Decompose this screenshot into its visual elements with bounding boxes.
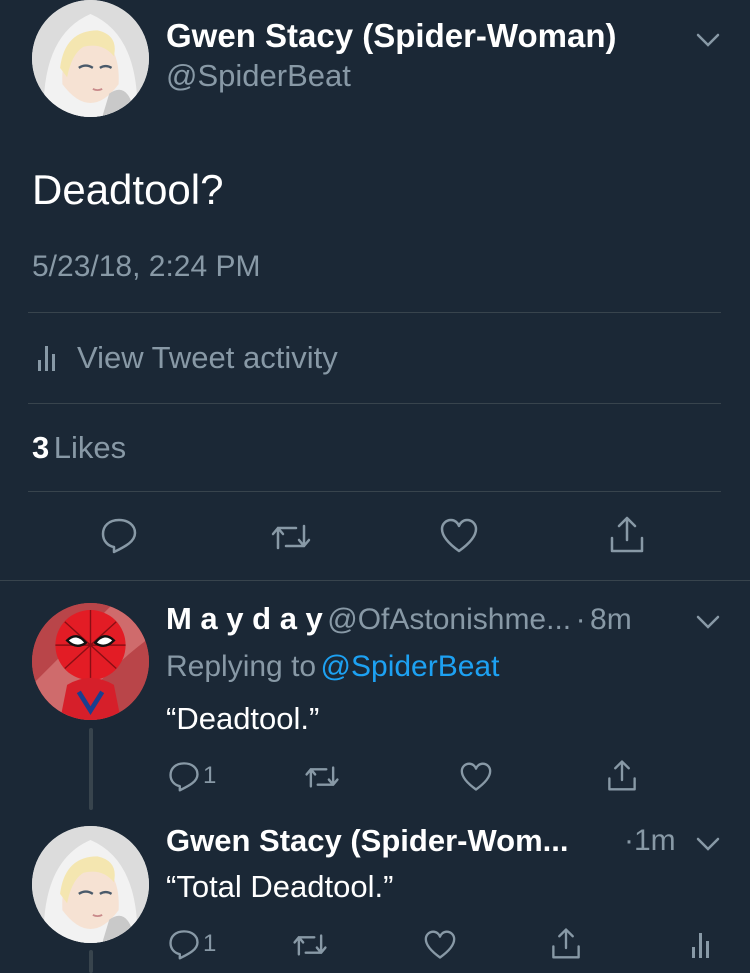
thread-line	[89, 728, 93, 810]
likes-label: Likes	[53, 430, 127, 465]
chevron-down-icon[interactable]	[694, 30, 722, 50]
retweet-icon[interactable]	[292, 930, 328, 960]
divider	[28, 312, 721, 313]
avatar-mayday[interactable]	[32, 603, 149, 720]
replying-to-prefix: Replying to	[166, 650, 317, 683]
replying-to-handle[interactable]: @SpiderBeat	[321, 650, 500, 683]
chevron-down-icon[interactable]	[694, 612, 722, 632]
reply-icon[interactable]	[168, 928, 200, 960]
share-icon[interactable]	[606, 758, 638, 792]
reply-1-text: “Deadtool.”	[166, 701, 320, 736]
reply-1-display-name[interactable]: M a y d a y	[166, 601, 323, 636]
thread-line	[89, 950, 93, 973]
reply-2-time: 1m	[634, 824, 676, 857]
divider	[28, 403, 721, 404]
separator-dot: ·	[575, 603, 586, 636]
bar-chart-icon[interactable]	[690, 930, 712, 960]
likes-summary[interactable]: 3 Likes	[32, 428, 126, 470]
tweet-activity-label[interactable]: View Tweet activity	[77, 338, 338, 378]
tweet-activity-link[interactable]: View Tweet activity	[32, 336, 452, 380]
retweet-icon[interactable]	[270, 520, 312, 554]
section-divider	[0, 580, 750, 581]
heart-icon[interactable]	[440, 518, 478, 554]
retweet-icon[interactable]	[304, 762, 340, 792]
reply-2-time-wrap: ·1m	[624, 822, 676, 860]
chevron-down-icon[interactable]	[694, 834, 722, 854]
reply-1-time: 8m	[590, 603, 632, 636]
likes-count: 3	[32, 430, 50, 465]
reply-1-handle[interactable]: @OfAstonishme...	[327, 603, 571, 636]
avatar-gwen[interactable]	[32, 0, 149, 117]
tweet-timestamp: 5/23/18, 2:24 PM	[32, 250, 261, 283]
heart-icon[interactable]	[424, 930, 456, 960]
share-icon[interactable]	[608, 514, 646, 554]
main-handle[interactable]: @SpiderBeat	[166, 56, 351, 96]
reply-1-header: M a y d a y @OfAstonishme... · 8m	[166, 600, 686, 640]
heart-icon[interactable]	[460, 762, 492, 792]
separator-dot: ·	[624, 824, 634, 857]
main-display-name[interactable]: Gwen Stacy (Spider-Woman)	[166, 16, 616, 56]
reply-1-replying-to: Replying to @SpiderBeat	[166, 648, 499, 686]
tweet-text: Deadtool?	[32, 166, 224, 213]
share-icon[interactable]	[550, 926, 582, 960]
bar-chart-icon	[36, 344, 58, 372]
reply-2-reply-count: 1	[203, 930, 217, 957]
divider	[28, 491, 721, 492]
avatar-gwen[interactable]	[32, 826, 149, 943]
reply-2-display-name[interactable]: Gwen Stacy (Spider-Wom...	[166, 822, 569, 860]
reply-1-reply-count: 1	[203, 762, 217, 789]
reply-2-text: “Total Deadtool.”	[166, 869, 394, 904]
reply-icon[interactable]	[100, 516, 138, 554]
reply-icon[interactable]	[168, 760, 200, 792]
